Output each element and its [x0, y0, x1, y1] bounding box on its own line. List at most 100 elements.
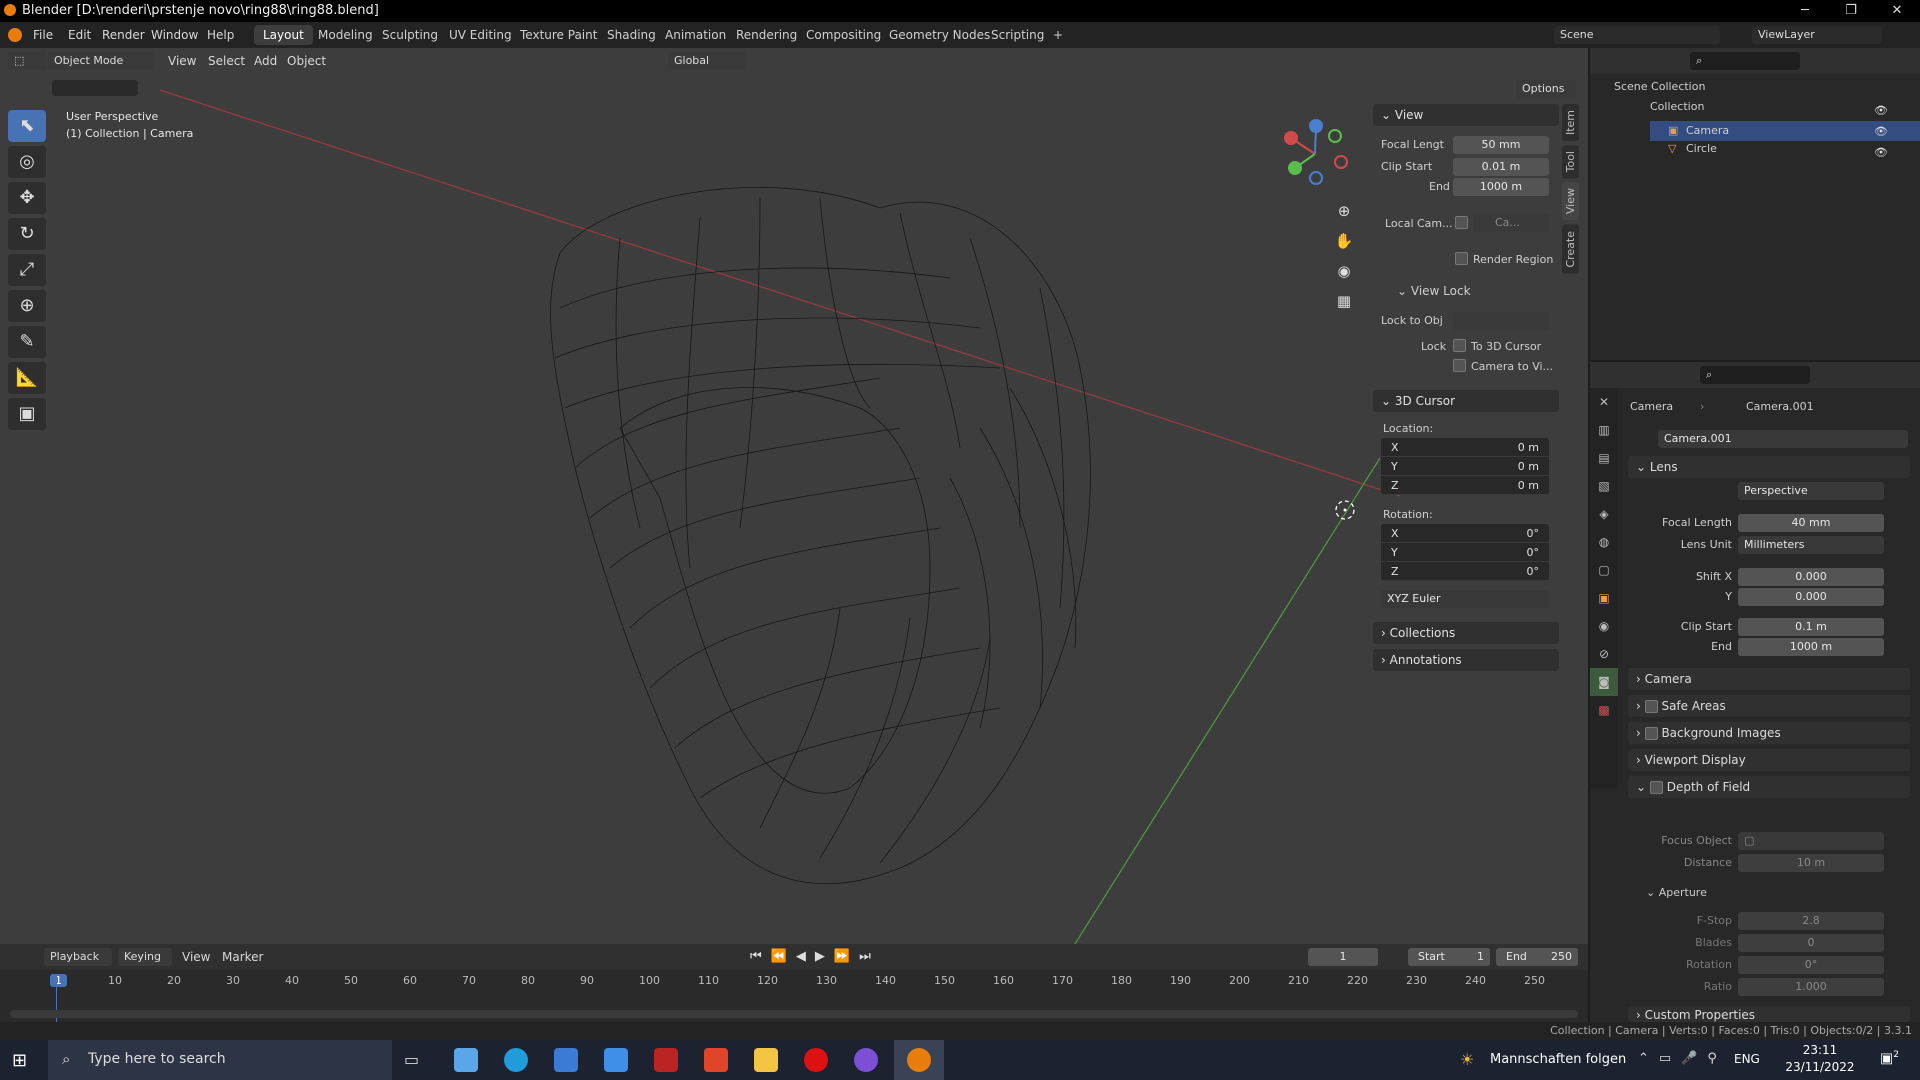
safe-areas-panel-header[interactable]: › Safe Areas: [1628, 695, 1910, 717]
tab-rendering[interactable]: Rendering: [727, 25, 806, 45]
navigation-gizmo[interactable]: [1275, 112, 1355, 192]
tab-shading[interactable]: Shading: [598, 25, 665, 45]
viewlayer-selector[interactable]: ViewLayer: [1752, 26, 1882, 44]
timeline-ruler[interactable]: 1 10 20 30 40 50 60 70 80 90 100 110 120 130 140 150 160…: [0, 974, 1588, 990]
notifications-icon[interactable]: ▣2: [1880, 1050, 1899, 1067]
render-tab-icon[interactable]: ▥: [1590, 416, 1618, 444]
aperture-rotation-field[interactable]: 0°: [1738, 956, 1884, 974]
app-icon[interactable]: [654, 1048, 678, 1072]
clock-time[interactable]: 23:11: [1784, 1043, 1856, 1057]
camera-panel-header[interactable]: › Camera: [1628, 668, 1910, 690]
view-layer-tab-icon[interactable]: ▧: [1590, 472, 1618, 500]
language-indicator[interactable]: ENG: [1734, 1052, 1760, 1066]
add-cube-tool-icon[interactable]: ▣: [8, 398, 46, 430]
viewport-menu-select[interactable]: Select: [208, 54, 245, 68]
close-button[interactable]: ✕: [1874, 0, 1920, 22]
onedrive-icon[interactable]: [454, 1048, 478, 1072]
menu-file[interactable]: File: [33, 28, 53, 42]
lens-panel-header[interactable]: ⌄ Lens: [1628, 456, 1910, 478]
annotate-tool-icon[interactable]: ✎: [8, 326, 46, 358]
collection-row[interactable]: Collection: [1650, 100, 1704, 113]
start-frame-field[interactable]: Start 1: [1408, 948, 1490, 966]
fstop-field[interactable]: 2.8: [1738, 912, 1884, 930]
scene-collection-row[interactable]: Scene Collection: [1614, 80, 1705, 93]
camera-to-view-checkbox[interactable]: [1453, 359, 1466, 372]
store-icon[interactable]: [554, 1048, 578, 1072]
minimize-button[interactable]: ─: [1782, 0, 1828, 22]
windows-start-icon[interactable]: ⊞: [12, 1050, 27, 1071]
scene-selector[interactable]: Scene: [1554, 26, 1720, 44]
local-camera-checkbox[interactable]: [1455, 216, 1468, 229]
tab-scripting[interactable]: Scripting: [982, 25, 1053, 45]
background-images-panel-header[interactable]: › Background Images: [1628, 722, 1910, 744]
object-tab-icon[interactable]: ▣: [1590, 584, 1618, 612]
tab-sculpting[interactable]: Sculpting: [373, 25, 447, 45]
timeline-scrollbar[interactable]: [10, 1010, 1578, 1018]
tab-texture-paint[interactable]: Texture Paint: [511, 25, 606, 45]
visibility-eye-icon[interactable]: 👁: [1874, 142, 1888, 163]
tab-animation[interactable]: Animation: [656, 25, 735, 45]
scale-tool-icon[interactable]: ⤢: [8, 254, 46, 286]
blender-menu-icon[interactable]: [8, 28, 22, 42]
depth-of-field-panel-header[interactable]: ⌄ Depth of Field: [1628, 776, 1910, 798]
playback-menu[interactable]: Playback: [44, 948, 112, 966]
news-weather-icon[interactable]: ☀: [1460, 1050, 1474, 1069]
options-button[interactable]: Options: [1516, 80, 1576, 98]
tab-modeling[interactable]: Modeling: [309, 25, 382, 45]
menu-window[interactable]: Window: [151, 28, 198, 42]
view-panel-header[interactable]: ⌄ View: [1373, 104, 1559, 126]
focal-length-field[interactable]: 40 mm: [1738, 514, 1884, 532]
props-clip-start-field[interactable]: 0.1 m: [1738, 618, 1884, 636]
texture-tab-icon[interactable]: ▩: [1590, 696, 1618, 724]
focus-object-field[interactable]: ▢: [1738, 832, 1884, 850]
select-mode-buttons[interactable]: [52, 80, 138, 96]
editor-type-icon[interactable]: ⬚: [8, 52, 46, 70]
messenger-icon[interactable]: [854, 1048, 878, 1072]
current-frame-field[interactable]: 1: [1308, 948, 1378, 966]
lock-to-object-field[interactable]: [1453, 312, 1549, 330]
timeline-view-menu[interactable]: View: [182, 950, 210, 964]
viewport-menu-view[interactable]: View: [168, 54, 196, 68]
outliner-item-circle[interactable]: Circle: [1686, 142, 1717, 155]
sidebar-tab-create[interactable]: Create: [1562, 224, 1579, 274]
end-frame-field[interactable]: End 250: [1496, 948, 1578, 966]
ratio-field[interactable]: 1.000: [1738, 978, 1884, 996]
physics-tab-icon[interactable]: ◉: [1590, 612, 1618, 640]
viewport-menu-object[interactable]: Object: [287, 54, 326, 68]
menu-help[interactable]: Help: [207, 28, 234, 42]
blades-field[interactable]: 0: [1738, 934, 1884, 952]
camera-view-icon[interactable]: ◉: [1332, 256, 1356, 286]
collections-panel-header[interactable]: › Collections: [1373, 622, 1559, 644]
maximize-button[interactable]: ❐: [1828, 0, 1874, 22]
3d-cursor-panel-header[interactable]: ⌄ 3D Cursor: [1373, 390, 1559, 412]
opera-icon[interactable]: [804, 1048, 828, 1072]
rotation-mode-dropdown[interactable]: XYZ Euler: [1381, 590, 1549, 608]
annotations-panel-header[interactable]: › Annotations: [1373, 649, 1559, 671]
mode-selector[interactable]: Object Mode: [48, 52, 154, 70]
shift-y-field[interactable]: 0.000: [1738, 588, 1884, 606]
timeline-marker-menu[interactable]: Marker: [222, 950, 263, 964]
collection-tab-icon[interactable]: ▢: [1590, 556, 1618, 584]
outliner-item-camera[interactable]: Camera: [1686, 124, 1729, 137]
tab-compositing[interactable]: Compositing: [797, 25, 890, 45]
tab-uv-editing[interactable]: UV Editing: [440, 25, 521, 45]
scene-tab-icon[interactable]: ◈: [1590, 500, 1618, 528]
cursor-tool-icon[interactable]: ◎: [8, 146, 46, 178]
task-view-icon[interactable]: ▭: [404, 1050, 419, 1069]
custom-properties-panel-header[interactable]: › Custom Properties: [1628, 1006, 1910, 1022]
blender-taskbar-button[interactable]: [894, 1040, 944, 1080]
focal-length-field[interactable]: 50 mm: [1453, 136, 1549, 154]
camera-datablock-field[interactable]: Camera.001: [1658, 430, 1908, 448]
visibility-eye-icon[interactable]: 👁: [1874, 100, 1888, 121]
system-tray-icons[interactable]: ⌃▭🎤⚲: [1638, 1051, 1727, 1066]
lens-unit-dropdown[interactable]: Millimeters: [1738, 536, 1884, 554]
output-tab-icon[interactable]: ▤: [1590, 444, 1618, 472]
render-region-checkbox[interactable]: [1455, 252, 1468, 265]
file-explorer-icon[interactable]: [754, 1048, 778, 1072]
office-icon[interactable]: [704, 1048, 728, 1072]
distance-field[interactable]: 10 m: [1738, 854, 1884, 872]
add-workspace-button[interactable]: +: [1044, 25, 1072, 45]
mail-icon[interactable]: [604, 1048, 628, 1072]
measure-tool-icon[interactable]: 📐: [8, 362, 46, 394]
edge-icon[interactable]: [504, 1048, 528, 1072]
